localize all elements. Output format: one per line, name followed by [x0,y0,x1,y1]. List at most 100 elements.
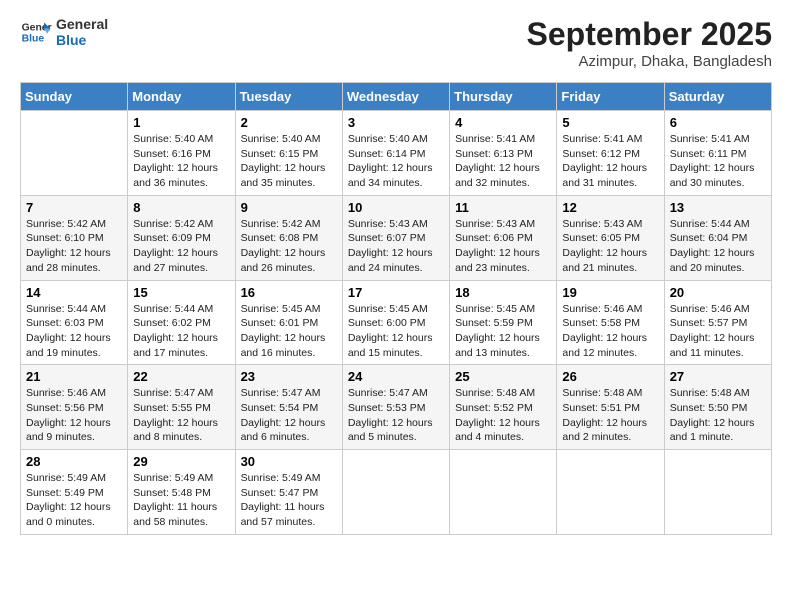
weekday-header-wednesday: Wednesday [342,83,449,111]
day-number: 8 [133,200,229,215]
day-info: Sunrise: 5:49 AMSunset: 5:48 PMDaylight:… [133,471,229,530]
week-row-4: 21Sunrise: 5:46 AMSunset: 5:56 PMDayligh… [21,365,772,450]
week-row-2: 7 Sunrise: 5:42 AMSunset: 6:10 PMDaylight… [21,195,772,280]
day-info: Sunrise: 5:46 AMSunset: 5:56 PMDaylight:… [26,386,122,445]
day-info: Sunrise: 5:41 AMSunset: 6:13 PMDaylight:… [455,132,551,191]
calendar-cell [557,450,664,535]
calendar-cell: 3Sunrise: 5:40 AMSunset: 6:14 PMDaylight… [342,111,449,196]
day-number: 9 [241,200,337,215]
week-row-3: 14 Sunrise: 5:44 AMSunset: 6:03 PMDayligh… [21,280,772,365]
day-info: Sunrise: 5:46 AMSunset: 5:58 PMDaylight:… [562,302,658,361]
calendar-cell: 14 Sunrise: 5:44 AMSunset: 6:03 PMDayligh… [21,280,128,365]
day-info: Sunrise: 5:45 AMSunset: 5:59 PMDaylight:… [455,302,551,361]
month-title: September 2025 [527,16,772,53]
calendar-cell: 29 Sunrise: 5:49 AMSunset: 5:48 PMDayligh… [128,450,235,535]
calendar-cell: 12 Sunrise: 5:43 AMSunset: 6:05 PMDayligh… [557,195,664,280]
calendar-cell: 16 Sunrise: 5:45 AMSunset: 6:01 PMDayligh… [235,280,342,365]
day-info: Sunrise: 5:44 AMSunset: 6:03 PMDaylight:… [26,302,122,361]
day-info: Sunrise: 5:47 AMSunset: 5:54 PMDaylight:… [241,386,337,445]
calendar-cell: 1 Sunrise: 5:40 AMSunset: 6:16 PMDaylight… [128,111,235,196]
day-number: 6 [670,115,766,130]
calendar-cell: 25 Sunrise: 5:48 AMSunset: 5:52 PMDayligh… [450,365,557,450]
day-info: Sunrise: 5:41 AMSunset: 6:12 PMDaylight:… [562,132,658,191]
location: Azimpur, Dhaka, Bangladesh [527,53,772,70]
calendar-cell: 9Sunrise: 5:42 AMSunset: 6:08 PMDaylight… [235,195,342,280]
logo-text-general: General [56,16,108,32]
calendar-cell [664,450,771,535]
weekday-header-row: SundayMondayTuesdayWednesdayThursdayFrid… [21,83,772,111]
day-info: Sunrise: 5:49 AMSunset: 5:47 PMDaylight:… [241,471,337,530]
calendar-cell [342,450,449,535]
calendar-cell: 30Sunrise: 5:49 AMSunset: 5:47 PMDayligh… [235,450,342,535]
calendar-cell: 11Sunrise: 5:43 AMSunset: 6:06 PMDayligh… [450,195,557,280]
calendar-cell: 15Sunrise: 5:44 AMSunset: 6:02 PMDayligh… [128,280,235,365]
day-number: 15 [133,285,229,300]
day-info: Sunrise: 5:44 AMSunset: 6:04 PMDaylight:… [670,217,766,276]
day-info: Sunrise: 5:45 AMSunset: 6:01 PMDaylight:… [241,302,337,361]
calendar-cell: 5 Sunrise: 5:41 AMSunset: 6:12 PMDaylight… [557,111,664,196]
day-number: 14 [26,285,122,300]
calendar-cell: 6 Sunrise: 5:41 AMSunset: 6:11 PMDaylight… [664,111,771,196]
day-number: 4 [455,115,551,130]
calendar-cell: 8 Sunrise: 5:42 AMSunset: 6:09 PMDaylight… [128,195,235,280]
day-number: 1 [133,115,229,130]
day-info: Sunrise: 5:48 AMSunset: 5:50 PMDaylight:… [670,386,766,445]
logo-text-blue: Blue [56,32,108,48]
calendar-cell: 28 Sunrise: 5:49 AMSunset: 5:49 PMDayligh… [21,450,128,535]
calendar-cell: 13 Sunrise: 5:44 AMSunset: 6:04 PMDayligh… [664,195,771,280]
calendar-cell: 2Sunrise: 5:40 AMSunset: 6:15 PMDaylight… [235,111,342,196]
day-info: Sunrise: 5:40 AMSunset: 6:16 PMDaylight:… [133,132,229,191]
calendar-cell: 23 Sunrise: 5:47 AMSunset: 5:54 PMDayligh… [235,365,342,450]
day-info: Sunrise: 5:49 AMSunset: 5:49 PMDaylight:… [26,471,122,530]
day-number: 22 [133,369,229,384]
calendar-cell: 10 Sunrise: 5:43 AMSunset: 6:07 PMDayligh… [342,195,449,280]
day-info: Sunrise: 5:43 AMSunset: 6:05 PMDaylight:… [562,217,658,276]
day-number: 28 [26,454,122,469]
day-number: 24 [348,369,444,384]
day-number: 17 [348,285,444,300]
svg-text:Blue: Blue [22,34,45,45]
calendar-cell [450,450,557,535]
day-number: 13 [670,200,766,215]
week-row-1: 1 Sunrise: 5:40 AMSunset: 6:16 PMDaylight… [21,111,772,196]
day-number: 7 [26,200,122,215]
day-info: Sunrise: 5:46 AMSunset: 5:57 PMDaylight:… [670,302,766,361]
day-number: 27 [670,369,766,384]
day-number: 19 [562,285,658,300]
weekday-header-saturday: Saturday [664,83,771,111]
calendar-cell: 22 Sunrise: 5:47 AMSunset: 5:55 PMDayligh… [128,365,235,450]
day-number: 12 [562,200,658,215]
day-info: Sunrise: 5:43 AMSunset: 6:07 PMDaylight:… [348,217,444,276]
logo-icon: General Blue [20,16,52,48]
day-info: Sunrise: 5:48 AMSunset: 5:52 PMDaylight:… [455,386,551,445]
calendar-cell: 17Sunrise: 5:45 AMSunset: 6:00 PMDayligh… [342,280,449,365]
calendar-cell: 19 Sunrise: 5:46 AMSunset: 5:58 PMDayligh… [557,280,664,365]
day-number: 11 [455,200,551,215]
day-number: 26 [562,369,658,384]
day-info: Sunrise: 5:42 AMSunset: 6:09 PMDaylight:… [133,217,229,276]
day-number: 29 [133,454,229,469]
calendar-cell: 27 Sunrise: 5:48 AMSunset: 5:50 PMDayligh… [664,365,771,450]
calendar-table: SundayMondayTuesdayWednesdayThursdayFrid… [20,82,772,535]
calendar-cell: 20 Sunrise: 5:46 AMSunset: 5:57 PMDayligh… [664,280,771,365]
day-info: Sunrise: 5:41 AMSunset: 6:11 PMDaylight:… [670,132,766,191]
calendar-cell [21,111,128,196]
calendar-cell: 4 Sunrise: 5:41 AMSunset: 6:13 PMDaylight… [450,111,557,196]
day-info: Sunrise: 5:42 AMSunset: 6:10 PMDaylight:… [26,217,122,276]
day-number: 5 [562,115,658,130]
day-number: 3 [348,115,444,130]
day-number: 10 [348,200,444,215]
day-info: Sunrise: 5:48 AMSunset: 5:51 PMDaylight:… [562,386,658,445]
day-number: 25 [455,369,551,384]
weekday-header-sunday: Sunday [21,83,128,111]
day-info: Sunrise: 5:47 AMSunset: 5:55 PMDaylight:… [133,386,229,445]
calendar-cell: 26 Sunrise: 5:48 AMSunset: 5:51 PMDayligh… [557,365,664,450]
day-info: Sunrise: 5:47 AMSunset: 5:53 PMDaylight:… [348,386,444,445]
day-number: 20 [670,285,766,300]
calendar-cell: 7 Sunrise: 5:42 AMSunset: 6:10 PMDaylight… [21,195,128,280]
day-number: 23 [241,369,337,384]
day-number: 16 [241,285,337,300]
weekday-header-friday: Friday [557,83,664,111]
week-row-5: 28 Sunrise: 5:49 AMSunset: 5:49 PMDayligh… [21,450,772,535]
logo: General Blue General Blue [20,16,108,48]
